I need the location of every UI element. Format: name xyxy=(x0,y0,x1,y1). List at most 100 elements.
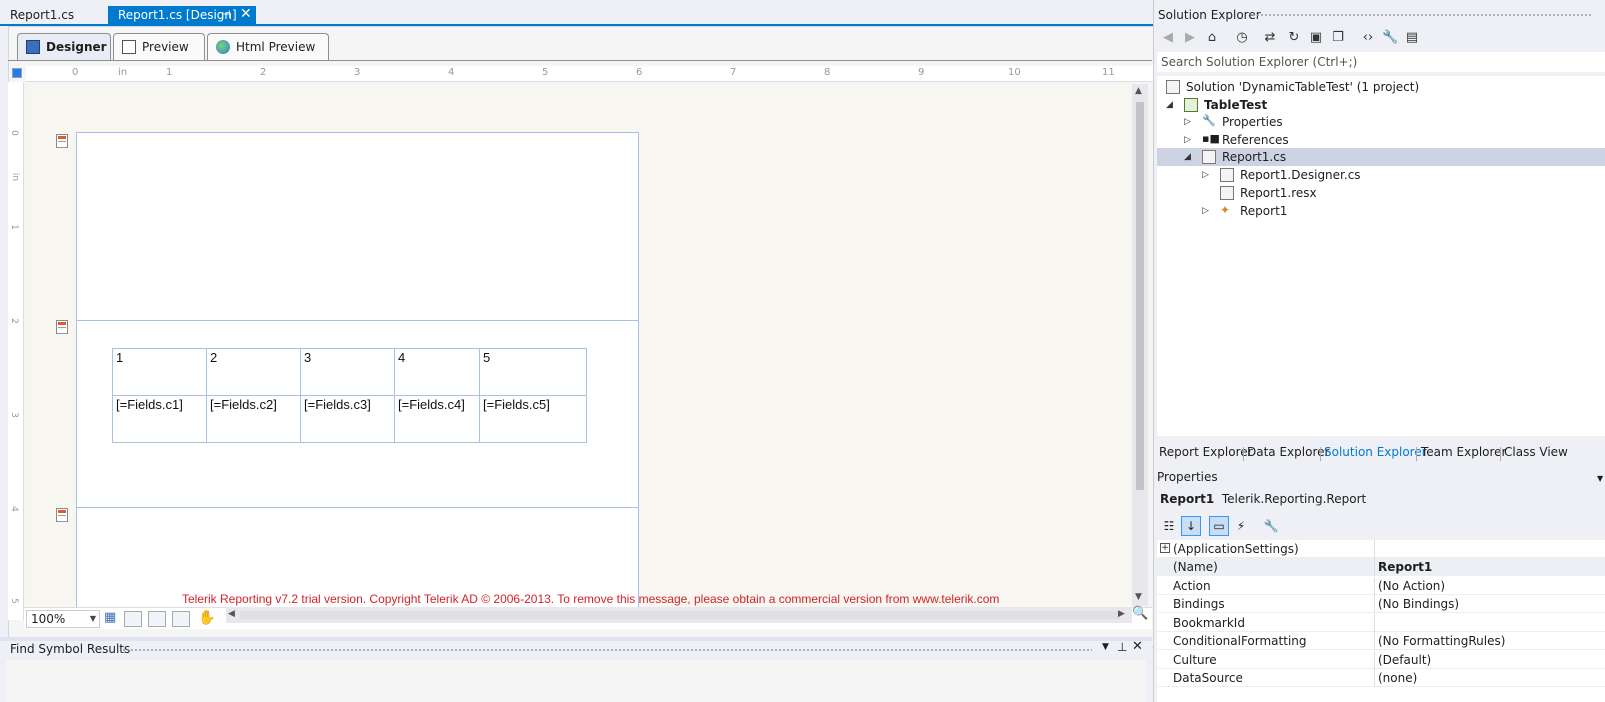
scroll-right-icon[interactable]: ▶ xyxy=(1118,609,1125,619)
hand-tool-icon[interactable]: ✋ xyxy=(198,611,216,627)
property-value[interactable]: (Default) xyxy=(1378,653,1431,667)
table-field-cell[interactable]: [=Fields.c5] xyxy=(479,395,587,443)
property-value[interactable]: (No Action) xyxy=(1378,579,1445,593)
subtab-preview[interactable]: Preview xyxy=(113,33,205,61)
property-value[interactable]: (No Bindings) xyxy=(1378,597,1459,611)
table-header-cell[interactable]: 1 xyxy=(112,348,207,396)
property-row[interactable]: ConditionalFormatting (No FormattingRule… xyxy=(1157,632,1605,650)
design-canvas[interactable]: 1 2 3 4 5 [=Fields.c1] [=Fields.c2] [=Fi… xyxy=(26,84,1132,620)
snap-to-grid-icon[interactable] xyxy=(124,611,142,627)
object-name: Report1 xyxy=(1160,492,1215,506)
ruler-toggle-icon[interactable] xyxy=(172,611,190,627)
panel-grip[interactable] xyxy=(1252,13,1592,18)
property-row[interactable]: Culture (Default) xyxy=(1157,651,1605,669)
collapse-icon[interactable]: ◢ xyxy=(1166,96,1173,114)
tab-report-explorer[interactable]: Report Explorer xyxy=(1159,445,1253,459)
zoom-search-icon[interactable]: 🔍 xyxy=(1132,606,1148,621)
property-row[interactable]: Bindings (No Bindings) xyxy=(1157,595,1605,613)
scrollbar-thumb[interactable] xyxy=(1136,102,1144,490)
refresh-icon[interactable]: ↻ xyxy=(1286,30,1302,46)
show-dimensions-icon[interactable] xyxy=(148,611,166,627)
property-value[interactable]: (No FormattingRules) xyxy=(1378,634,1505,648)
table-header-cell[interactable]: 2 xyxy=(206,348,301,396)
property-row[interactable]: Action (No Action) xyxy=(1157,577,1605,595)
property-row[interactable]: BookmarkId xyxy=(1157,614,1605,632)
tab-report1-cs[interactable]: Report1.cs xyxy=(0,6,84,24)
tree-item-resx[interactable]: Report1.resx xyxy=(1166,184,1317,202)
band-separator[interactable] xyxy=(77,507,638,508)
table-field-cell[interactable]: [=Fields.c1] xyxy=(112,395,207,443)
collapse-icon[interactable]: ◢ xyxy=(1184,148,1191,166)
horizontal-scrollbar[interactable]: ◀ ▶ xyxy=(226,607,1132,623)
table-header-cell[interactable]: 3 xyxy=(300,348,395,396)
subtab-html-preview[interactable]: Html Preview xyxy=(207,33,329,61)
property-value[interactable]: (none) xyxy=(1378,671,1417,685)
property-value[interactable]: Report1 xyxy=(1378,560,1432,574)
panel-grip[interactable] xyxy=(122,648,1092,653)
property-pages-icon[interactable]: 🔧 xyxy=(1261,516,1281,536)
property-row[interactable]: + (ApplicationSettings) xyxy=(1157,540,1605,558)
collapse-all-icon[interactable]: ▣ xyxy=(1308,30,1324,46)
tab-class-view[interactable]: Class View xyxy=(1504,445,1568,459)
properties-object-selector[interactable]: Report1 Telerik.Reporting.Report xyxy=(1160,492,1366,506)
zoom-select[interactable]: 100% ▼ xyxy=(26,610,100,628)
grid-icon[interactable]: ▦ xyxy=(104,611,122,627)
expand-icon[interactable]: ▷ xyxy=(1202,202,1209,220)
table-header-cell[interactable]: 5 xyxy=(479,348,587,396)
ruler-corner[interactable] xyxy=(12,68,22,78)
back-icon[interactable]: ◀ xyxy=(1160,30,1176,46)
page-header-band-icon[interactable] xyxy=(56,134,68,148)
expand-icon[interactable]: ▷ xyxy=(1202,166,1209,184)
tree-item-report1-class[interactable]: ▷ ✦ Report1 xyxy=(1166,202,1287,220)
detail-band-icon[interactable] xyxy=(56,320,68,334)
scroll-left-icon[interactable]: ◀ xyxy=(228,609,235,619)
subtab-designer[interactable]: Designer xyxy=(17,33,111,61)
home-icon[interactable]: ⌂ xyxy=(1204,30,1220,46)
close-icon[interactable]: ✕ xyxy=(240,5,252,23)
report-table[interactable]: 1 2 3 4 5 [=Fields.c1] [=Fields.c2] [=Fi… xyxy=(112,348,587,443)
events-icon[interactable]: ⚡ xyxy=(1231,516,1251,536)
scroll-up-icon[interactable]: ▲ xyxy=(1135,86,1142,96)
tree-item-properties[interactable]: ▷ 🔧 Properties xyxy=(1166,113,1283,131)
scroll-down-icon[interactable]: ▼ xyxy=(1135,592,1142,602)
tree-item-designer-cs[interactable]: ▷ Report1.Designer.cs xyxy=(1166,166,1361,184)
wrench-icon[interactable]: 🔧 xyxy=(1382,30,1398,46)
forward-icon[interactable]: ▶ xyxy=(1182,30,1198,46)
properties-dropdown-icon[interactable]: ▼ xyxy=(1597,474,1603,483)
panel-dropdown-icon[interactable]: ▼ xyxy=(1102,642,1109,652)
table-field-cell[interactable]: [=Fields.c3] xyxy=(300,395,395,443)
tree-item-solution[interactable]: Solution 'DynamicTableTest' (1 project) xyxy=(1166,78,1419,96)
solution-search-input[interactable]: Search Solution Explorer (Ctrl+;) xyxy=(1157,52,1605,72)
tree-item-project[interactable]: ◢ TableTest xyxy=(1166,96,1267,114)
scrollbar-thumb[interactable] xyxy=(240,611,1120,619)
show-all-files-icon[interactable]: ❐ xyxy=(1330,30,1346,46)
tree-item-references[interactable]: ▷ ▪■ References xyxy=(1166,131,1289,149)
tab-team-explorer[interactable]: Team Explorer xyxy=(1421,445,1507,459)
band-separator[interactable] xyxy=(77,320,638,321)
view-designer-icon[interactable]: ▤ xyxy=(1404,30,1420,46)
page-footer-band-icon[interactable] xyxy=(56,508,68,522)
property-row[interactable]: DataSource (none) xyxy=(1157,669,1605,687)
sync-icon[interactable]: ⇄ xyxy=(1262,30,1278,46)
expand-icon[interactable]: ▷ xyxy=(1184,131,1191,149)
vertical-scrollbar[interactable]: ▲ ▼ xyxy=(1132,84,1148,606)
properties-page-icon[interactable]: ▭ xyxy=(1209,516,1229,536)
close-icon[interactable]: ✕ xyxy=(1132,639,1143,654)
tab-solution-explorer[interactable]: Solution Explorer xyxy=(1324,445,1427,459)
tab-report1-design[interactable]: Report1.cs [Design] ⊣ ✕ xyxy=(108,6,256,24)
solution-explorer-title: Solution Explorer xyxy=(1158,8,1261,22)
view-code-icon[interactable]: ‹› xyxy=(1360,30,1376,46)
history-icon[interactable]: ◷ xyxy=(1234,30,1250,46)
expand-icon[interactable]: ▷ xyxy=(1184,113,1191,131)
property-row[interactable]: (Name) Report1 xyxy=(1157,558,1605,576)
expand-icon[interactable]: + xyxy=(1160,543,1170,553)
alphabetical-icon[interactable]: ↓ xyxy=(1181,516,1201,536)
table-header-cell[interactable]: 4 xyxy=(394,348,480,396)
categorized-icon[interactable]: ☷ xyxy=(1159,516,1179,536)
tab-data-explorer[interactable]: Data Explorer xyxy=(1247,445,1329,459)
table-field-cell[interactable]: [=Fields.c4] xyxy=(394,395,480,443)
pin-icon[interactable]: ⊣ xyxy=(221,6,231,24)
table-field-cell[interactable]: [=Fields.c2] xyxy=(206,395,301,443)
tree-item-report1-cs[interactable]: ◢ Report1.cs xyxy=(1166,148,1286,166)
pin-icon[interactable]: ⊥ xyxy=(1117,640,1127,654)
